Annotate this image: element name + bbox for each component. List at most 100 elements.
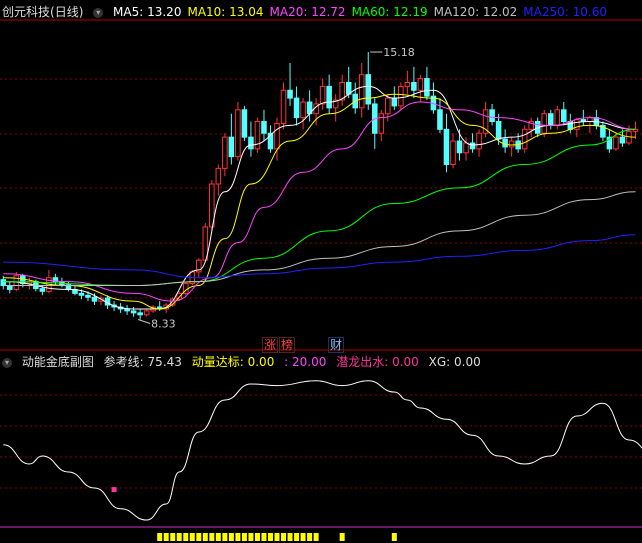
main-chart-header: 创元科技(日线) ▾ MA5: 13.20 MA10: 13.04 MA20: 12…	[2, 2, 619, 22]
candle	[196, 258, 202, 278]
ref-line-readout: 参考线: 75.43	[103, 355, 182, 369]
candle	[450, 133, 456, 169]
ma-item-ma250: MA250: 10.60	[523, 5, 607, 19]
momentum-bar	[183, 533, 189, 541]
candle	[222, 133, 228, 177]
momentum-readout-2: : 20.00	[284, 355, 327, 369]
momentum-bar	[307, 533, 313, 541]
candle	[632, 121, 639, 140]
ma-item-ma120: MA120: 12.02	[433, 5, 518, 19]
candle	[398, 82, 404, 110]
ma-line-ma120	[3, 191, 636, 287]
chevron-down-icon[interactable]: ▾	[93, 7, 104, 18]
candle	[254, 117, 261, 153]
ma-line-ma5	[3, 85, 636, 310]
candle	[600, 121, 606, 142]
chart-canvas: 15.18 8.33	[0, 19, 642, 541]
candle	[287, 62, 293, 106]
momentum-bar	[228, 533, 234, 541]
momentum-bar	[294, 533, 300, 541]
candle	[280, 82, 287, 130]
candle	[404, 70, 411, 95]
candle	[606, 129, 613, 153]
momentum-bar	[287, 533, 293, 541]
ma-values: MA5: 13.20 MA10: 13.04 MA20: 12.72 MA60: 12…	[113, 5, 613, 19]
momentum-bar	[391, 533, 397, 541]
momentum-bar	[235, 533, 241, 541]
momentum-bar	[261, 533, 267, 541]
candle	[469, 133, 476, 153]
candle	[215, 164, 222, 196]
ref-line	[3, 380, 642, 521]
candle	[267, 125, 274, 153]
candle	[502, 129, 508, 153]
event-tag-bang[interactable]: 榜	[279, 337, 296, 353]
ma-line-ma20	[3, 101, 636, 302]
ma-item-ma5: MA5: 13.20	[113, 5, 182, 19]
low-price-label: 8.33	[151, 317, 176, 330]
momentum-bar	[202, 533, 208, 541]
ma-line-ma60	[3, 128, 636, 287]
candle	[6, 281, 13, 294]
candle	[587, 115, 593, 134]
candle	[319, 78, 326, 110]
indicator-name: 动能金底副图	[21, 355, 94, 369]
candle	[508, 137, 515, 157]
momentum-bar	[215, 533, 221, 541]
candlestick-series	[0, 52, 639, 320]
chevron-down-icon[interactable]: ▾	[2, 357, 12, 368]
candle	[293, 86, 300, 126]
candle	[182, 281, 189, 296]
candle	[365, 52, 372, 110]
candle	[274, 117, 280, 161]
candle	[137, 308, 143, 320]
candle	[46, 269, 52, 294]
momentum-bar	[163, 533, 169, 541]
xg-readout: XG: 0.00	[428, 355, 481, 369]
event-tag-zhang[interactable]: 涨	[262, 337, 279, 353]
momentum-bar	[189, 533, 195, 541]
stock-chart-window: 15.18 8.33 创元科技(日线) ▾ MA5: 13.20 MA10: 13…	[0, 0, 642, 543]
momentum-bar	[254, 533, 260, 541]
momentum-bar	[209, 533, 215, 541]
candle	[241, 105, 248, 142]
dragon-readout: 潜龙出水: 0.00	[336, 355, 419, 369]
ma-line-ma250	[3, 234, 636, 279]
candle	[489, 103, 495, 126]
momentum-bar	[157, 533, 163, 541]
candle	[332, 94, 339, 122]
momentum-bar	[196, 533, 202, 541]
candle	[72, 285, 78, 296]
candle	[443, 113, 450, 173]
momentum-bar	[281, 533, 287, 541]
momentum-bar	[274, 533, 280, 541]
candle	[437, 98, 443, 134]
candle	[547, 109, 554, 130]
sub-chart-header: ▾ 动能金底副图 参考线: 75.43 动量达标: 0.00 : 20.00 潜…	[2, 352, 487, 372]
candle	[521, 125, 528, 153]
signal-marker	[111, 487, 117, 493]
high-price-label: 15.18	[383, 46, 415, 59]
candle	[352, 82, 358, 114]
low-price-marker	[137, 319, 151, 324]
moving-average-lines	[3, 85, 636, 310]
candle	[326, 74, 332, 114]
event-tag-cai[interactable]: 财	[328, 337, 345, 353]
momentum-bar	[170, 533, 176, 541]
candle	[306, 90, 313, 122]
momentum-bar	[300, 533, 306, 541]
momentum-bar	[241, 533, 247, 541]
candle	[228, 113, 235, 165]
candle	[371, 98, 378, 149]
momentum-bar	[176, 533, 182, 541]
momentum-readout: 动量达标: 0.00	[191, 355, 275, 369]
candle	[554, 105, 561, 130]
sub-indicator	[0, 380, 642, 541]
ma-item-ma60: MA60: 12.19	[351, 5, 428, 19]
candle	[52, 273, 59, 286]
candle	[261, 109, 267, 142]
candle	[528, 117, 534, 138]
momentum-bar	[222, 533, 228, 541]
candle	[124, 305, 130, 315]
candle	[143, 308, 150, 317]
